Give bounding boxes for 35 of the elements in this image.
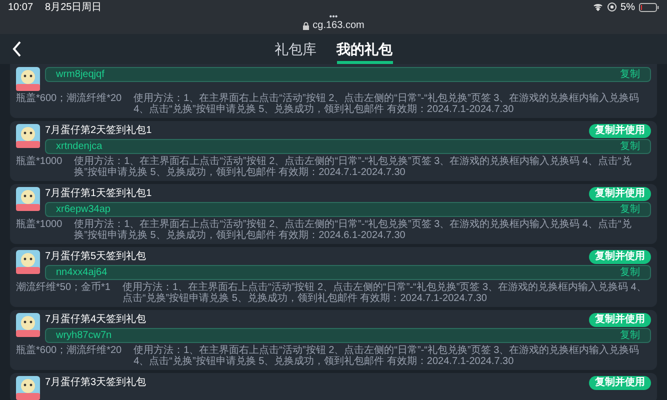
usage-text: 使用方法：1、在主界面右上点击“活动”按钮 2、点击左侧的“日常”-“礼包兑换”页签 3、在游戏的兑换框内输入兑换码 4、点击“兑换”按钮申请兑换 5、兑换成功，领到礼包邮件 有效期：2024.7.1-2024.7.30 (134, 345, 640, 367)
reward-text: 瓶盖*1000 (16, 219, 62, 232)
status-date: 8月25日周日 (45, 0, 102, 14)
copy-button[interactable]: 复制 (620, 266, 640, 278)
copy-button[interactable]: 复制 (620, 204, 640, 216)
gift-code: nn4xx4aj64 (56, 266, 108, 278)
usage-text: 使用方法：1、在主界面右上点击“活动”按钮 2、点击左侧的“日常”-“礼包兑换”页签 3、在游戏的兑换框内输入兑换码 4、点击“兑换”按钮申请兑换 5、兑换成功，领到礼包邮件 有效期：2024.7.1-2024.7.30 (134, 93, 640, 115)
copy-button[interactable]: 复制 (620, 330, 640, 342)
gift-title: 7月蛋仔第4天签到礼包 (45, 314, 146, 326)
gift-code: wrm8jeqjqf (56, 68, 104, 80)
reward-text: 瓶盖*600；潮流纤维*20 (16, 93, 122, 106)
url-bar[interactable]: cg.163.com (302, 20, 364, 32)
reward-text: 潮流纤维*50；金币*1 (16, 282, 110, 295)
battery-icon (639, 2, 659, 12)
gift-title: 7月蛋仔第1天签到礼包1 (45, 188, 152, 200)
reward-text: 瓶盖*600；潮流纤维*20 (16, 345, 122, 358)
back-icon[interactable] (12, 41, 22, 57)
gift-code: xr6epw34ap (56, 204, 110, 216)
gift-code: xrtndenjca (56, 140, 102, 152)
reward-text: 瓶盖*1000 (16, 156, 62, 169)
copy-button[interactable]: 复制 (620, 68, 640, 80)
usage-text: 使用方法：1、在主界面右上点击“活动”按钮 2、点击左侧的“日常”-“礼包兑换”页签 3、在游戏的兑换框内输入兑换码 4、点击“兑换”按钮申请兑换 5、兑换成功，领到礼包邮件 有效期：2024.6.1-2024.7.30 (74, 219, 632, 241)
gift-title: 7月蛋仔第5天签到礼包 (45, 251, 146, 263)
tab[interactable]: 礼包库 (274, 34, 316, 64)
usage-text: 使用方法：1、在主界面右上点击“活动”按钮 2、点击左侧的“日常”-“礼包兑换”页签 3、在游戏的兑换框内输入兑换码 4、点击“兑换”按钮申请兑换 5、兑换成功，领到礼包邮件 有效期：2024.7.1-2024.7.30 (74, 156, 632, 178)
copy-button[interactable]: 复制 (620, 140, 640, 152)
usage-text: 使用方法：1、在主界面右上点击“活动”按钮 2、点击左侧的“日常”-“礼包兑换”页签 3、在游戏的兑换框内输入兑换码 4、点击“兑换”按钮申请兑换 5、兑换成功，领到礼包邮件 有效期：2024.7.1-2024.7.30 (122, 282, 648, 304)
battery-percent: 5% (620, 0, 635, 14)
gift-title: 7月蛋仔第2天签到礼包1 (45, 125, 152, 137)
gift-code: wryh87cw7n (56, 330, 112, 342)
gift-title: 7月蛋仔第3天签到礼包 (45, 377, 146, 389)
more-dots[interactable]: ••• (329, 14, 338, 20)
lock-icon (302, 22, 309, 30)
status-time: 10:07 (8, 0, 34, 14)
wifi-icon (592, 3, 603, 11)
